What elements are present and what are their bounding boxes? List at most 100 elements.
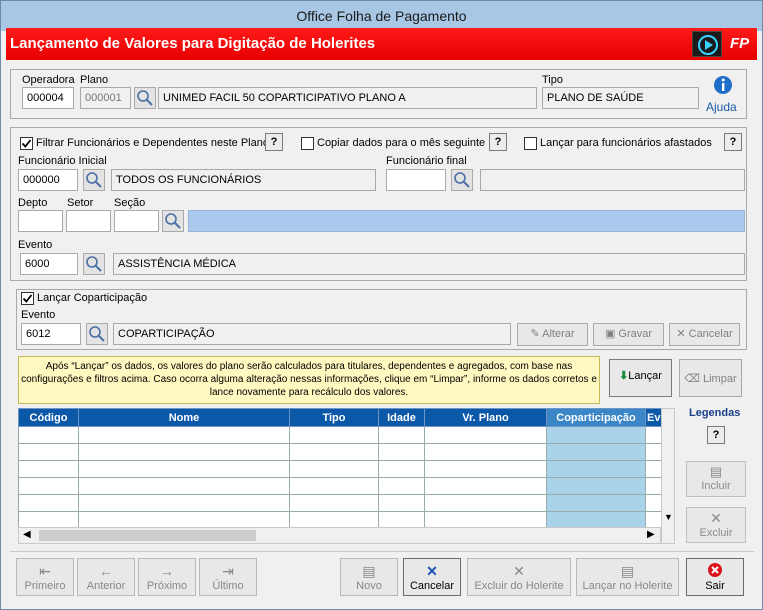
scroll-left-icon[interactable]: ◀: [23, 529, 31, 540]
table-cell[interactable]: [378, 511, 425, 529]
anterior-button[interactable]: ← Anterior: [77, 558, 135, 596]
plano-search-button[interactable]: [134, 87, 156, 109]
table-cell[interactable]: [18, 426, 79, 444]
col-tipo[interactable]: Tipo: [289, 408, 379, 427]
scroll-down-icon[interactable]: ▼: [664, 512, 673, 522]
cancelar-button[interactable]: ✕ Cancelar: [403, 558, 461, 596]
table-cell[interactable]: [18, 511, 79, 529]
func-final-search-button[interactable]: [451, 169, 473, 191]
table-cell[interactable]: [289, 426, 379, 444]
table-cell[interactable]: [546, 460, 646, 478]
lancar-holerite-button[interactable]: ▤ Lançar no Holerite: [576, 558, 679, 596]
afastados-help-button[interactable]: ?: [724, 133, 742, 151]
gravar-button[interactable]: ▣ Gravar: [593, 323, 664, 346]
table-row[interactable]: [18, 443, 662, 461]
copart-checkbox[interactable]: [21, 292, 34, 305]
table-row[interactable]: [18, 460, 662, 478]
func-final-field[interactable]: [386, 169, 446, 191]
table-cell[interactable]: [546, 511, 646, 529]
table-row[interactable]: [18, 511, 662, 529]
table-cell[interactable]: [378, 443, 425, 461]
legend-help-button[interactable]: ?: [707, 426, 725, 444]
table-cell[interactable]: [378, 426, 425, 444]
play-icon[interactable]: [692, 31, 722, 57]
table-row[interactable]: [18, 426, 662, 444]
ultimo-button[interactable]: ⇥ Último: [199, 558, 257, 596]
col-nome[interactable]: Nome: [78, 408, 290, 427]
func-inicial-field[interactable]: 000000: [18, 169, 78, 191]
limpar-button[interactable]: ⌫ Limpar: [679, 359, 742, 397]
excluir-button[interactable]: ✕ Excluir: [686, 507, 746, 543]
table-cell[interactable]: [18, 494, 79, 512]
secao-field[interactable]: [114, 210, 159, 232]
table-cell[interactable]: [78, 511, 290, 529]
func-inicial-search-button[interactable]: [83, 169, 105, 191]
table-cell[interactable]: [18, 477, 79, 495]
table-cell[interactable]: [546, 494, 646, 512]
table-cell[interactable]: [645, 426, 662, 444]
grid-vscrollbar[interactable]: ▼: [661, 408, 675, 544]
table-cell[interactable]: [378, 494, 425, 512]
table-cell[interactable]: [18, 443, 79, 461]
table-row[interactable]: [18, 477, 662, 495]
table-cell[interactable]: [289, 443, 379, 461]
setor-field[interactable]: [66, 210, 111, 232]
scroll-right-icon[interactable]: ▶: [647, 529, 655, 540]
table-cell[interactable]: [424, 477, 547, 495]
copart-evento-field[interactable]: 6012: [21, 323, 81, 345]
operadora-field[interactable]: 000004: [22, 87, 74, 109]
filtrar-help-button[interactable]: ?: [265, 133, 283, 151]
depto-field[interactable]: [18, 210, 63, 232]
primeiro-button[interactable]: ⇤ Primeiro: [16, 558, 74, 596]
table-cell[interactable]: [289, 460, 379, 478]
table-cell[interactable]: [289, 494, 379, 512]
table-cell[interactable]: [289, 477, 379, 495]
filtrar-checkbox[interactable]: [20, 137, 33, 150]
help-link[interactable]: Ajuda: [706, 100, 737, 114]
table-cell[interactable]: [645, 494, 662, 512]
col-ev[interactable]: Ev: [645, 408, 662, 427]
info-icon[interactable]: [711, 74, 735, 99]
table-cell[interactable]: [424, 426, 547, 444]
table-cell[interactable]: [645, 477, 662, 495]
table-cell[interactable]: [78, 477, 290, 495]
table-cell[interactable]: [424, 443, 547, 461]
table-cell[interactable]: [424, 511, 547, 529]
afastados-checkbox[interactable]: [524, 137, 537, 150]
table-cell[interactable]: [546, 426, 646, 444]
plano-code-field[interactable]: 000001: [80, 87, 131, 109]
table-cell[interactable]: [424, 494, 547, 512]
secao-search-button[interactable]: [162, 210, 184, 232]
copiar-help-button[interactable]: ?: [489, 133, 507, 151]
table-cell[interactable]: [18, 460, 79, 478]
copiar-checkbox[interactable]: [301, 137, 314, 150]
table-cell[interactable]: [546, 443, 646, 461]
sair-button[interactable]: Sair: [686, 558, 744, 596]
evento-field[interactable]: 6000: [20, 253, 78, 275]
proximo-button[interactable]: → Próximo: [138, 558, 196, 596]
lancar-button[interactable]: ⬇Lançar: [609, 359, 672, 397]
excluir-holerite-button[interactable]: ✕ Excluir do Holerite: [467, 558, 571, 596]
grid-hscrollbar[interactable]: ◀ ▶: [18, 527, 661, 544]
col-vr-plano[interactable]: Vr. Plano: [424, 408, 547, 427]
table-row[interactable]: [18, 494, 662, 512]
col-codigo[interactable]: Código: [18, 408, 79, 427]
table-cell[interactable]: [78, 460, 290, 478]
table-cell[interactable]: [378, 477, 425, 495]
col-idade[interactable]: Idade: [378, 408, 425, 427]
table-cell[interactable]: [78, 426, 290, 444]
table-cell[interactable]: [645, 511, 662, 529]
table-cell[interactable]: [289, 511, 379, 529]
holerite-grid[interactable]: Código Nome Tipo Idade Vr. Plano Coparti…: [18, 408, 662, 529]
table-cell[interactable]: [645, 443, 662, 461]
table-cell[interactable]: [546, 477, 646, 495]
scroll-thumb[interactable]: [39, 530, 256, 541]
incluir-button[interactable]: ▤ Incluir: [686, 461, 746, 497]
col-coparticipacao[interactable]: Coparticipação: [546, 408, 646, 427]
table-cell[interactable]: [424, 460, 547, 478]
novo-button[interactable]: ▤ Novo: [340, 558, 398, 596]
evento-search-button[interactable]: [83, 253, 105, 275]
alterar-button[interactable]: ✎ Alterar: [517, 323, 588, 346]
copart-cancelar-button[interactable]: ✕ Cancelar: [669, 323, 740, 346]
table-cell[interactable]: [78, 494, 290, 512]
